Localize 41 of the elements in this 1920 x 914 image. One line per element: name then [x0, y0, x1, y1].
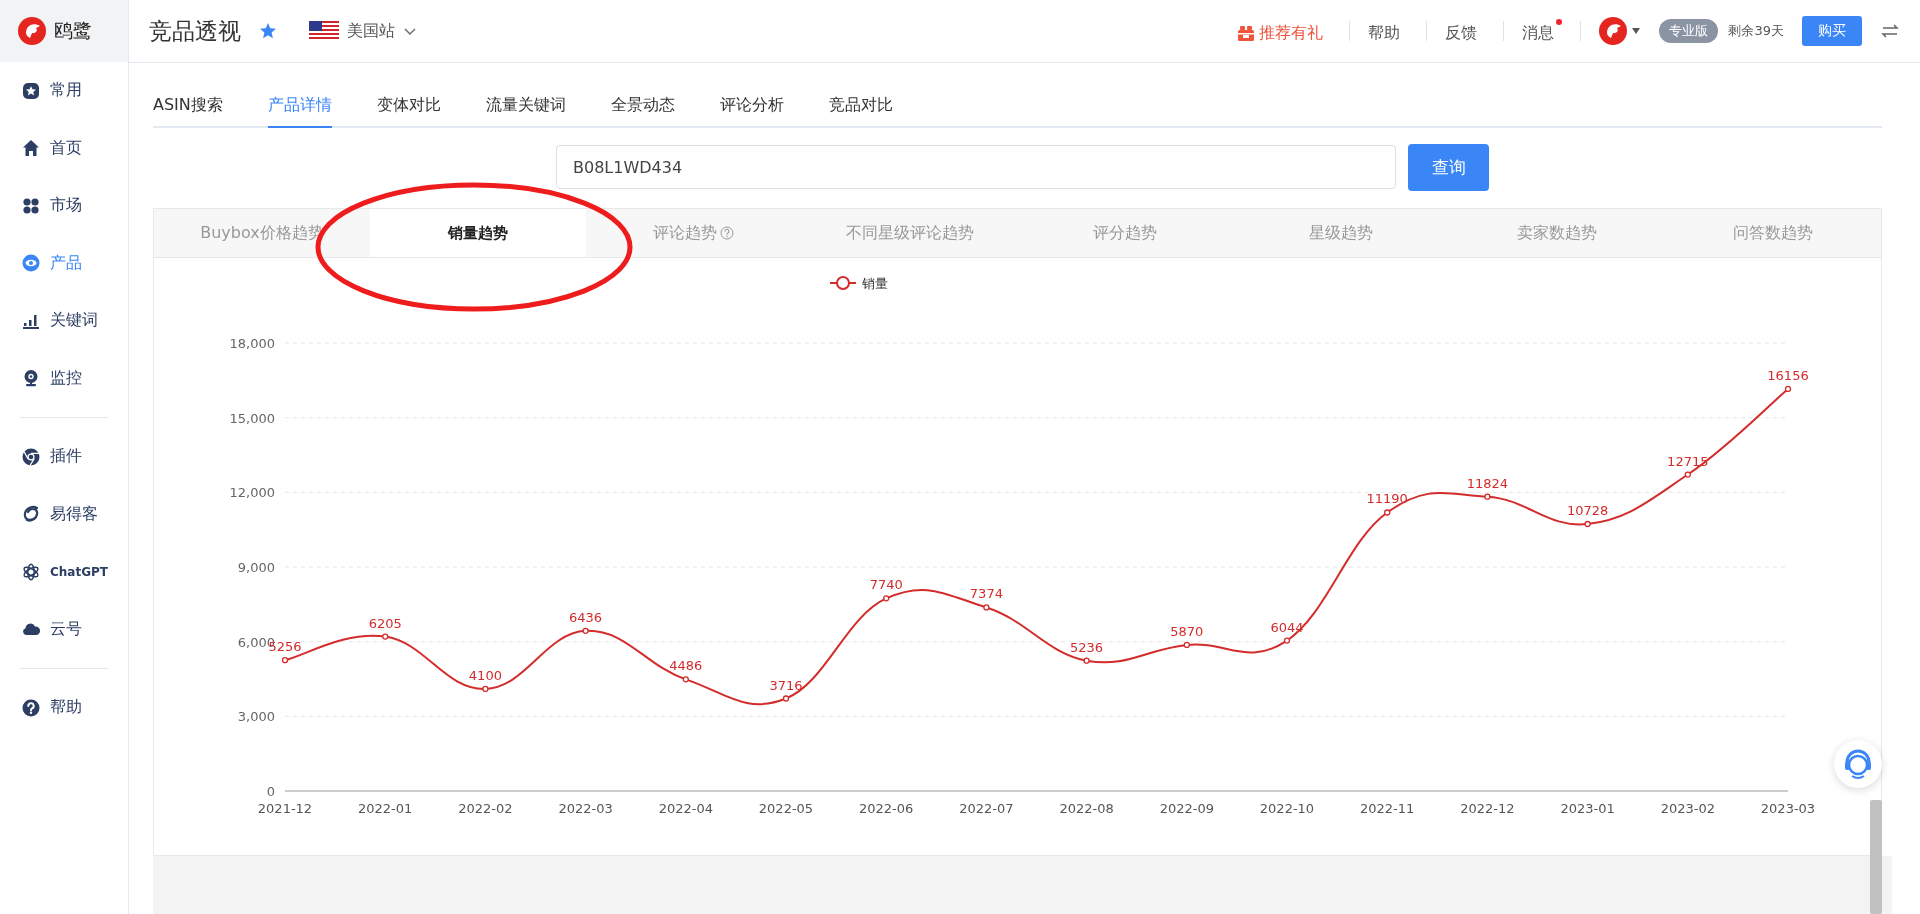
data-label: 11190 [1366, 491, 1408, 507]
x-axis-label: 2023-01 [1560, 801, 1615, 816]
plan-badge: 专业版 [1659, 19, 1719, 43]
y-axis-label: 3,000 [237, 709, 275, 725]
x-axis-label: 2022-12 [1460, 801, 1515, 816]
data-label: 7740 [869, 577, 903, 593]
y-axis-label: 12,000 [229, 485, 275, 501]
data-label: 4486 [669, 658, 703, 674]
data-label: 5236 [1070, 639, 1104, 655]
data-label: 6436 [569, 609, 603, 625]
data-label: 5870 [1170, 623, 1204, 639]
data-label: 4100 [468, 667, 502, 683]
y-axis-label: 15,000 [229, 410, 275, 426]
y-axis-label: 18,000 [229, 336, 275, 351]
x-axis-label: 2022-08 [1059, 801, 1114, 816]
data-label: 11824 [1466, 475, 1509, 491]
data-label: 3716 [769, 677, 803, 693]
data-label: 7374 [969, 586, 1003, 602]
x-axis-label: 2022-02 [458, 801, 513, 816]
remaining-days: 剩余39天 [1728, 22, 1784, 40]
y-axis-label: 0 [266, 784, 275, 799]
x-axis-label: 2022-07 [959, 801, 1014, 816]
data-label: 6044 [1270, 619, 1304, 635]
data-label: 12715 [1667, 453, 1709, 469]
x-axis-label: 2022-04 [658, 801, 713, 816]
x-axis-label: 2023-02 [1660, 801, 1715, 816]
x-axis-label: 2022-06 [859, 801, 914, 816]
x-axis-label: 2022-01 [358, 801, 413, 816]
x-axis-label: 2022-05 [758, 801, 814, 816]
x-axis-label: 2022-03 [558, 801, 613, 816]
x-axis-label: 2021-12 [257, 801, 313, 816]
brand-name: 鸥鹭 [54, 18, 92, 43]
data-label: 16156 [1767, 367, 1809, 383]
x-axis-label: 2022-10 [1259, 801, 1315, 816]
y-axis-label: 9,000 [237, 560, 275, 575]
x-axis-label: 2022-09 [1159, 801, 1214, 816]
x-axis-label: 2022-11 [1360, 801, 1415, 816]
data-label: 6205 [368, 615, 402, 631]
page-title: 竞品透视 [149, 16, 241, 46]
data-label: 10728 [1566, 503, 1609, 518]
x-axis-label: 2023-03 [1760, 801, 1816, 816]
